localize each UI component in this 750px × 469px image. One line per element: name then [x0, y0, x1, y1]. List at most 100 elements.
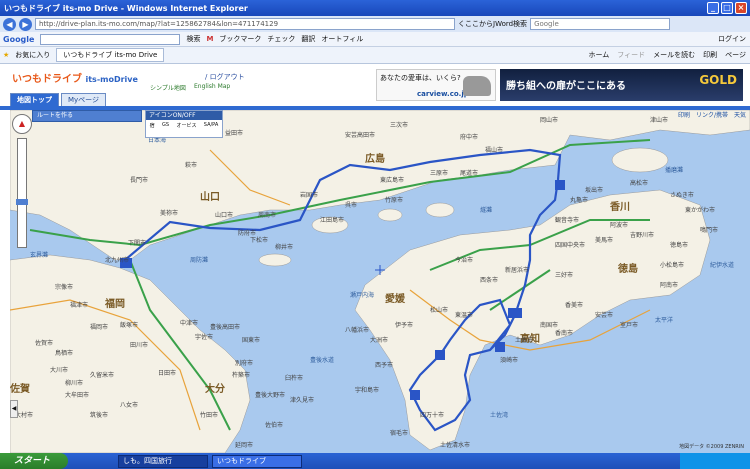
sea-label: 豊後水道 [310, 357, 335, 364]
print-map-link[interactable]: 印刷 [678, 110, 690, 119]
favorites-link[interactable]: お気に入り [15, 50, 50, 60]
search-input[interactable]: Google [530, 18, 671, 30]
city-label: 安芸市 [595, 312, 614, 319]
command-bar: ホーム フィード メールを読む 印刷 ページ [588, 50, 750, 60]
zoom-slider[interactable] [16, 138, 28, 248]
carview-brand: carview.co.jp [417, 90, 469, 98]
autofill-button[interactable]: オートフィル [321, 34, 363, 44]
route-marker-4 [495, 342, 505, 352]
mail-button[interactable]: メールを読む [653, 50, 695, 60]
taskbar-item-its-mo[interactable]: いつもドライブ [212, 454, 302, 468]
google-login-link[interactable]: ログイン [718, 34, 750, 44]
city-label: 津久見市 [290, 397, 315, 404]
map-copyright: 地図データ ©2009 ZENRIN [679, 444, 744, 450]
jword-search-label[interactable]: くここからJWord検索 [458, 19, 527, 29]
city-label: 西条市 [480, 277, 499, 284]
minimize-button[interactable]: _ [707, 2, 719, 14]
car-image [463, 76, 491, 96]
back-icon[interactable]: ◀ [3, 17, 16, 31]
city-label: 須崎市 [500, 357, 519, 364]
city-label: 観音寺市 [555, 217, 580, 224]
print-button[interactable]: 印刷 [703, 50, 717, 60]
pref-label-oita: 大分 [205, 384, 225, 395]
url-input[interactable]: http://drive-plan.its-mo.com/map/?lat=12… [35, 18, 455, 30]
city-label: 松山市 [430, 307, 449, 314]
kyushu-land [10, 254, 251, 453]
taskbar-item-shikoku[interactable]: しも。四国旅行 [118, 454, 208, 468]
site-header: いつもドライブ its-moDrive / ログアウト シンプル地図 Engli… [0, 64, 750, 106]
city-label: 阿南市 [660, 282, 679, 289]
tab-my-page[interactable]: Myページ [61, 93, 107, 106]
zoom-knob[interactable] [16, 199, 28, 205]
city-label: 東広島市 [380, 177, 405, 184]
speed-camera-icon[interactable]: オービス [176, 122, 196, 129]
city-label: 徳島市 [670, 242, 689, 249]
lodging-icon[interactable]: 宿 [150, 122, 155, 129]
map-view[interactable]: 山口 広島 愛媛 高知 香川 徳島 福岡 佐賀 大分 益田市 三次市 安芸高田市… [10, 110, 750, 453]
weather-link[interactable]: 天気 [734, 110, 746, 119]
home-button[interactable]: ホーム [588, 50, 609, 60]
translate-button[interactable]: 翻訳 [301, 34, 315, 44]
city-label: 佐伯市 [265, 422, 284, 429]
carview-ad-text: あなたの愛車は、いくら? [380, 74, 461, 82]
city-label: 臼杵市 [285, 375, 304, 382]
pref-label-kagawa: 香川 [610, 202, 630, 213]
bookmark-button[interactable]: ブックマーク [219, 34, 261, 44]
logo-sub: its-moDrive [85, 75, 138, 84]
icon-toggle-title[interactable]: アイコンON/OFF [146, 111, 222, 120]
tab-map-top[interactable]: 地図トップ [10, 93, 59, 106]
service-area-icon[interactable]: SA/PA [204, 122, 219, 129]
pref-label-tokushima: 徳島 [618, 264, 638, 275]
sea-label: 瀬戸内海 [350, 292, 375, 299]
route-marker-1 [555, 180, 565, 190]
city-label: 鳥栖市 [55, 350, 74, 357]
pref-label-hiroshima: 広島 [365, 154, 385, 165]
city-label: 大牟田市 [65, 392, 90, 399]
maximize-button[interactable]: □ [721, 2, 733, 14]
logo-main: いつもドライブ [12, 74, 82, 85]
forward-icon[interactable]: ▶ [19, 17, 32, 31]
sea-label: 燧灘 [480, 207, 493, 214]
compass-icon[interactable]: ▲ [12, 114, 32, 134]
star-icon[interactable]: ★ [3, 51, 9, 59]
carview-ad[interactable]: あなたの愛車は、いくら? carview.co.jp [376, 69, 496, 101]
logout-link[interactable]: / ログアウト [205, 72, 245, 82]
gold-ad-brand: GOLD [699, 73, 737, 87]
sea-label: 紀伊水道 [710, 262, 735, 269]
city-label: 新居浜市 [505, 267, 530, 274]
browser-tab[interactable]: いつもドライブ its-mo Drive [56, 48, 165, 62]
google-search-button[interactable]: 検索 [186, 34, 200, 44]
route-create-panel[interactable]: ルートを作る [32, 110, 142, 122]
english-map-link[interactable]: English Map [194, 83, 230, 90]
window-controls: _ □ × [707, 2, 747, 14]
city-label: 東かがわ市 [685, 207, 716, 214]
check-button[interactable]: チェック [267, 34, 295, 44]
gmail-icon[interactable]: M [206, 35, 213, 43]
feed-button[interactable]: フィード [617, 50, 645, 60]
site-logo[interactable]: いつもドライブ its-moDrive [12, 70, 138, 85]
city-label: 宗像市 [55, 284, 74, 291]
city-label: 周南市 [258, 212, 277, 219]
pref-label-saga: 佐賀 [10, 384, 30, 395]
city-label: 別府市 [235, 360, 254, 367]
city-label: 延岡市 [235, 442, 254, 449]
gold-ad[interactable]: 勝ち組への扉がここにある GOLD [500, 69, 743, 101]
close-button[interactable]: × [735, 2, 747, 14]
city-label: 柳井市 [275, 244, 294, 251]
link-mobile-link[interactable]: リンク/携帯 [696, 110, 728, 119]
google-search-input[interactable] [40, 33, 181, 45]
city-label: 西予市 [375, 362, 394, 369]
city-label: 大川市 [50, 367, 69, 374]
city-label: 杵築市 [232, 372, 251, 379]
start-button[interactable]: スタート [0, 453, 68, 469]
taskbar: スタート しも。四国旅行 いつもドライブ [0, 453, 750, 469]
city-label: 北九州市 [105, 257, 130, 264]
city-label: 三好市 [555, 272, 574, 279]
gold-ad-text: 勝ち組への扉がここにある [506, 81, 626, 92]
island [258, 253, 292, 267]
gas-station-icon[interactable]: GS [162, 122, 169, 129]
simple-map-link[interactable]: シンプル地図 [150, 83, 186, 92]
page-button[interactable]: ページ [725, 50, 746, 60]
city-label: 室戸市 [620, 322, 639, 329]
pan-left-icon[interactable]: ◀ [10, 400, 18, 418]
